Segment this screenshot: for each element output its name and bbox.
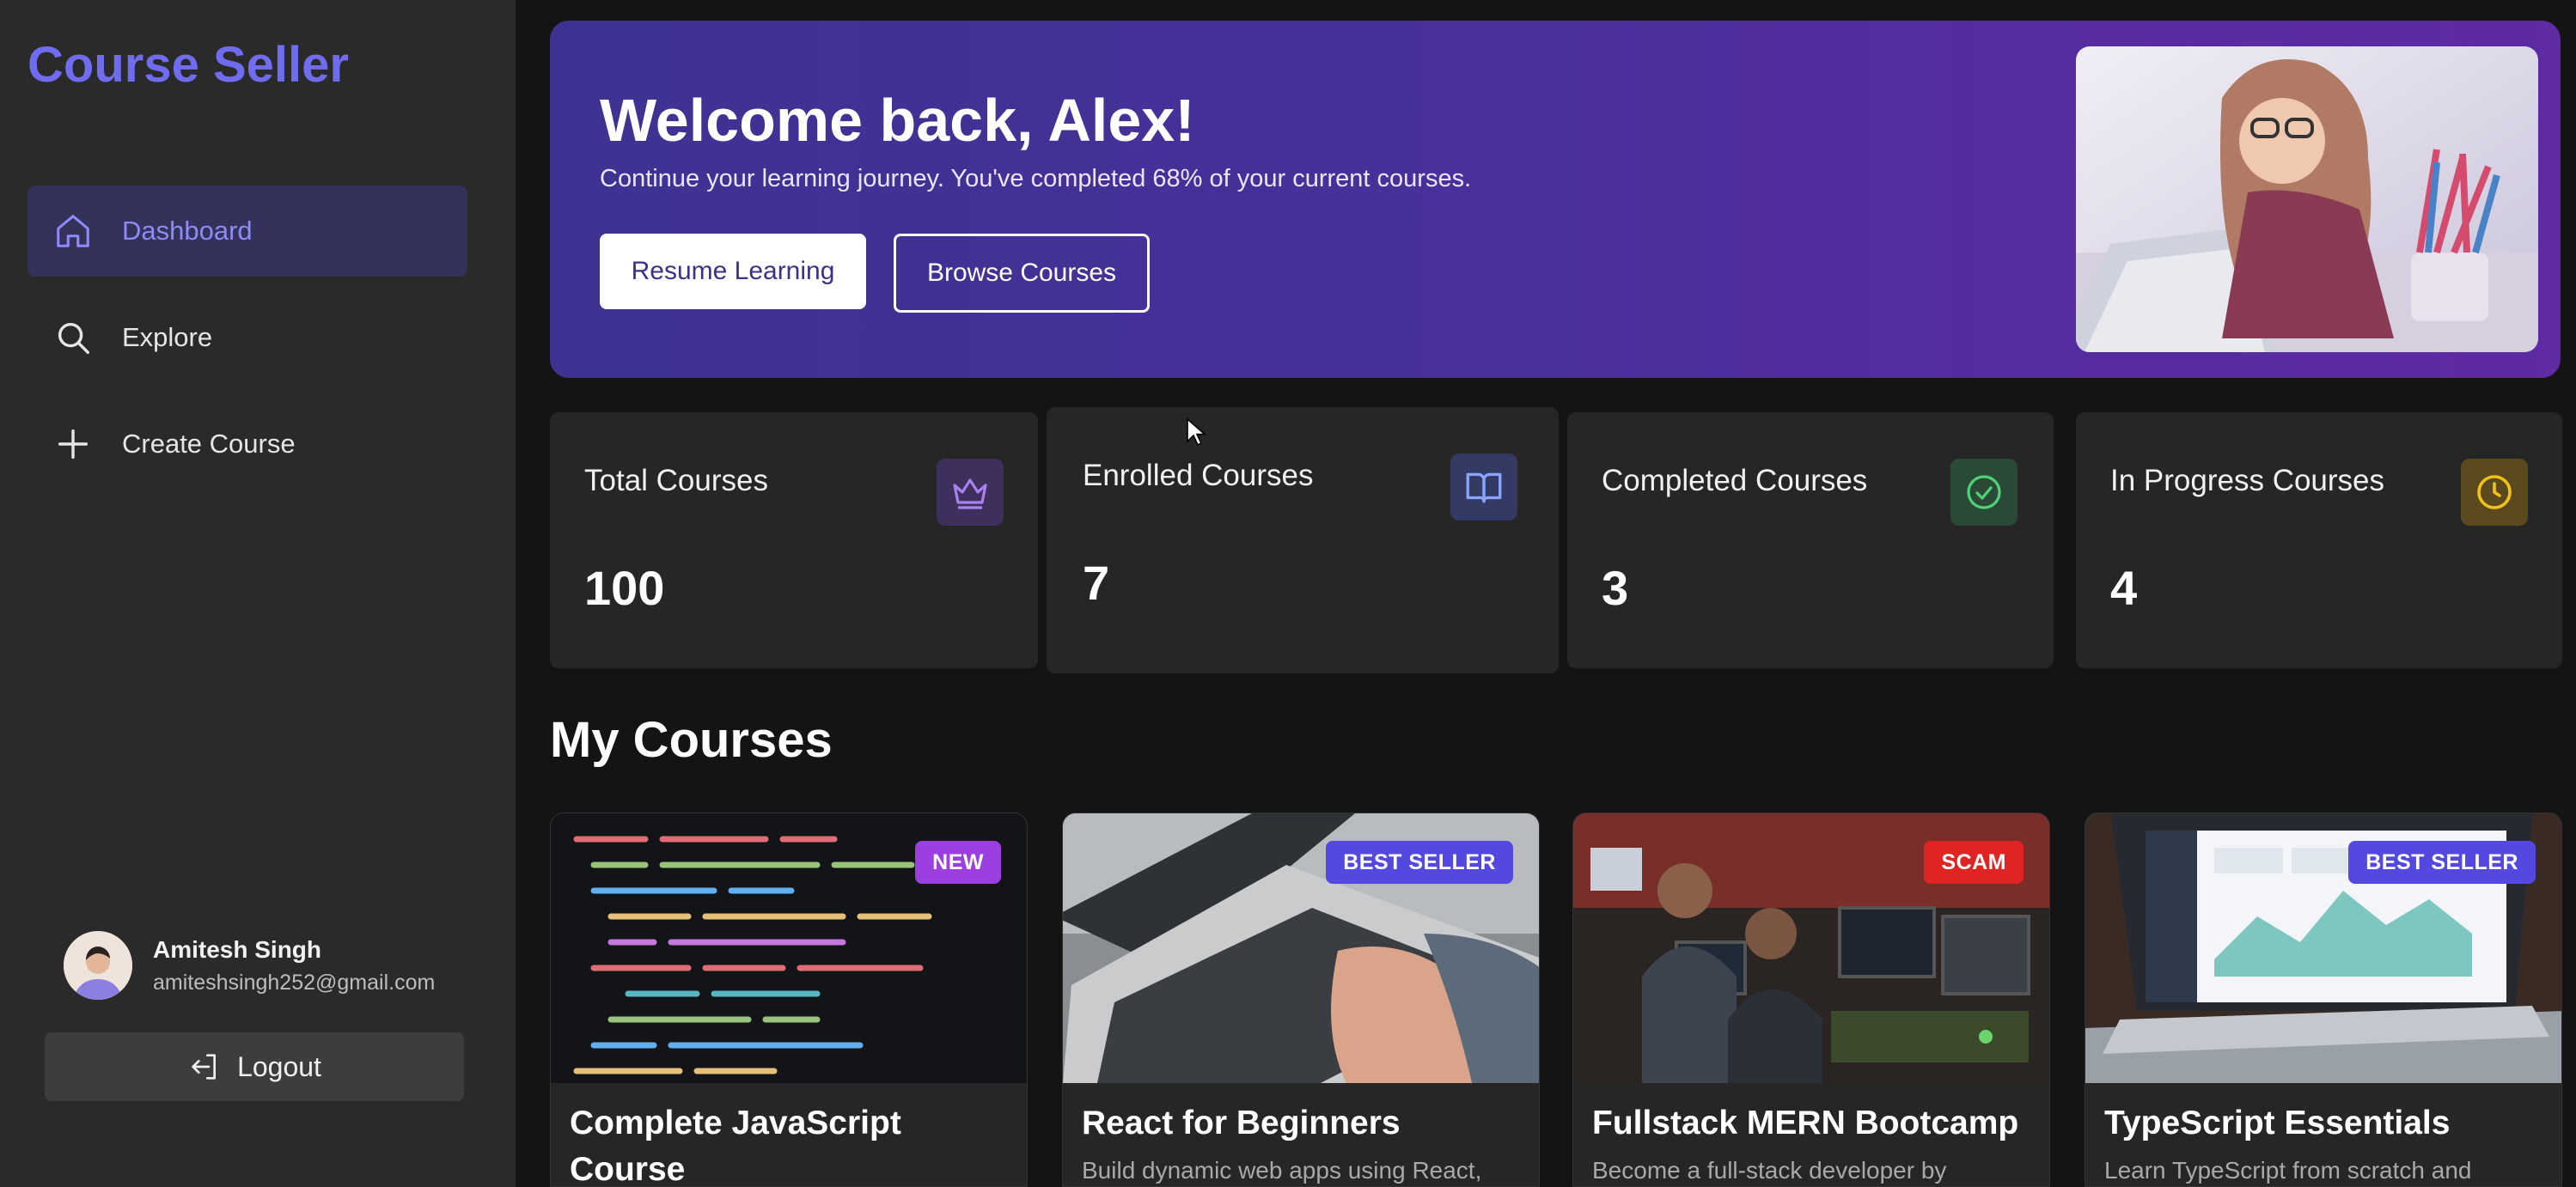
course-badge: BEST SELLER [2348,841,2536,884]
course-card-mern[interactable]: SCAM Fullstack MERN Bootcamp Become a fu… [1572,813,2050,1187]
hero-image [2076,46,2538,352]
course-card-react[interactable]: BEST SELLER React for Beginners Build dy… [1062,813,1540,1187]
stat-card-in-progress-courses: In Progress Courses 4 [2076,412,2562,668]
mouse-cursor-icon [1187,417,1206,447]
book-open-icon [1450,453,1517,520]
logout-icon [192,1054,217,1080]
search-icon [58,322,89,354]
stat-card-completed-courses: Completed Courses 3 [1567,412,2054,668]
stat-label: Completed Courses [1602,464,1868,497]
user-profile[interactable]: Amitesh Singh amiteshsingh252@gmail.com [64,931,476,1000]
welcome-subtitle: Continue your learning journey. You've c… [600,165,1472,192]
stat-label: Total Courses [584,464,768,497]
sidebar-item-label: Create Course [122,429,296,459]
course-badge: SCAM [1924,841,2024,884]
stat-label: In Progress Courses [2110,464,2385,497]
plus-icon [58,429,89,460]
my-courses-heading: My Courses [550,712,833,768]
course-description: Build dynamic web apps using React, [1082,1157,1482,1184]
stat-value: 3 [1602,561,1629,615]
course-card-javascript[interactable]: NEW Complete JavaScript Course [550,813,1028,1187]
course-badge: NEW [915,841,1001,884]
brand-logo[interactable]: Course Seller [27,36,349,94]
stat-card-total-courses: Total Courses 100 [550,412,1038,668]
home-icon [57,215,89,247]
avatar [64,931,132,1000]
course-title: Complete JavaScript Course [570,1105,901,1187]
check-circle-icon [1950,459,2017,526]
stat-value: 7 [1083,556,1110,610]
crown-icon [937,459,1004,526]
sidebar-item-label: Explore [122,322,213,352]
sidebar-item-label: Dashboard [122,216,253,246]
course-card-typescript[interactable]: BEST SELLER TypeScript Essentials Learn … [2085,813,2562,1187]
sidebar-item-explore[interactable]: Explore [27,292,467,383]
course-description: Become a full-stack developer by [1592,1157,1947,1184]
welcome-banner: Welcome back, Alex! Continue your learni… [550,21,2561,378]
resume-learning-button[interactable]: Resume Learning [600,234,866,309]
stat-label: Enrolled Courses [1083,459,1314,492]
course-title: Fullstack MERN Bootcamp [1592,1105,2019,1141]
clock-icon [2461,459,2528,526]
welcome-title: Welcome back, Alex! [600,87,1195,154]
user-email: amiteshsingh252@gmail.com [153,971,436,995]
sidebar: Course Seller Dashboard Explore Create C… [0,0,516,1187]
stat-value: 4 [2110,561,2138,615]
stat-card-enrolled-courses: Enrolled Courses 7 [1047,407,1559,673]
course-description: Learn TypeScript from scratch and [2104,1157,2472,1184]
user-name: Amitesh Singh [153,936,322,963]
course-badge: BEST SELLER [1326,841,1513,884]
sidebar-item-dashboard[interactable]: Dashboard [27,186,467,277]
course-title: TypeScript Essentials [2104,1105,2451,1141]
sidebar-item-create-course[interactable]: Create Course [27,399,467,490]
course-title: React for Beginners [1082,1105,1401,1141]
logout-button[interactable]: Logout [45,1032,464,1101]
browse-courses-button[interactable]: Browse Courses [894,234,1150,313]
logout-label: Logout [237,1050,321,1082]
stat-value: 100 [584,561,665,615]
